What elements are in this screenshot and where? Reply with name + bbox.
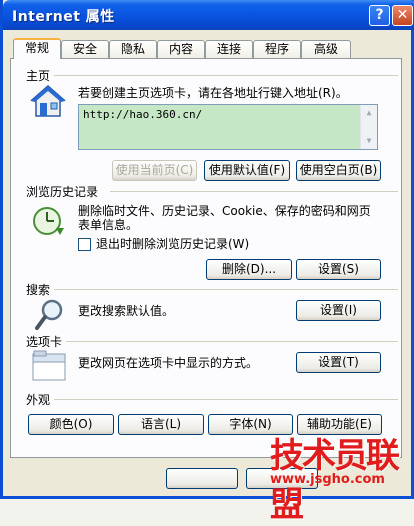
tab-advanced[interactable]: 高级	[301, 40, 351, 58]
history-description-line2: 表单信息。	[78, 218, 139, 232]
fonts-button[interactable]: 字体(N)	[208, 414, 293, 435]
use-blank-button[interactable]: 使用空白页(B)	[296, 160, 381, 181]
languages-button[interactable]: 语言(L)	[118, 414, 204, 435]
scroll-up-icon[interactable]: ▲	[361, 105, 377, 121]
homepage-description: 若要创建主页选项卡，请在各地址行键入地址(R)。	[78, 86, 348, 100]
appearance-divider	[52, 399, 398, 400]
delete-on-exit-checkbox[interactable]	[78, 238, 91, 251]
search-divider	[52, 289, 398, 290]
close-button[interactable]: ✕	[392, 5, 413, 26]
use-current-button[interactable]: 使用当前页(C)	[112, 160, 197, 181]
homepage-url-scrollbar[interactable]: ▲ ▼	[360, 105, 377, 149]
history-settings-button[interactable]: 设置(S)	[296, 259, 381, 280]
home-icon	[30, 85, 66, 117]
search-description: 更改搜索默认值。	[78, 304, 175, 318]
homepage-divider	[46, 75, 398, 76]
tabbed-window-icon	[32, 350, 66, 381]
delete-on-exit-label[interactable]: 退出时删除浏览历史记录(W)	[96, 237, 249, 252]
history-description-line1: 删除临时文件、历史记录、Cookie、保存的密码和网页	[78, 204, 371, 218]
history-clock-icon	[33, 207, 64, 235]
search-section-label: 搜索	[26, 281, 55, 298]
homepage-url-value: http://hao.360.cn/	[83, 108, 203, 121]
help-button[interactable]: ?	[369, 5, 390, 26]
title-bar[interactable]: Internet 属性 ? ✕	[3, 0, 414, 30]
tabs-divider	[64, 341, 398, 342]
tabs-settings-button[interactable]: 设置(T)	[296, 352, 381, 373]
tab-security[interactable]: 安全	[61, 40, 109, 58]
ok-button[interactable]	[166, 468, 238, 489]
search-settings-button[interactable]: 设置(I)	[296, 300, 381, 321]
tabs-section-label: 选项卡	[26, 333, 67, 350]
tab-connections[interactable]: 连接	[205, 40, 253, 58]
use-default-button[interactable]: 使用默认值(F)	[204, 160, 290, 181]
scroll-down-icon[interactable]: ▼	[361, 133, 377, 149]
tab-content[interactable]: 内容	[157, 40, 205, 58]
homepage-url-field[interactable]: http://hao.360.cn/ ▲ ▼	[78, 104, 378, 150]
tab-general[interactable]: 常规	[13, 38, 61, 59]
homepage-section-label: 主页	[26, 67, 55, 84]
cancel-button[interactable]	[246, 468, 318, 489]
magnifier-icon	[35, 299, 63, 330]
appearance-section-label: 外观	[26, 391, 55, 408]
history-section-label: 浏览历史记录	[26, 183, 103, 200]
tabs-description: 更改网页在选项卡中显示的方式。	[78, 356, 259, 370]
history-divider	[110, 191, 398, 192]
tab-programs[interactable]: 程序	[253, 40, 301, 58]
delete-history-button[interactable]: 删除(D)...	[206, 259, 292, 280]
tab-privacy[interactable]: 隐私	[109, 40, 157, 58]
accessibility-button[interactable]: 辅助功能(E)	[297, 414, 382, 435]
window-title: Internet 属性	[12, 9, 115, 25]
colors-button[interactable]: 颜色(O)	[28, 414, 114, 435]
